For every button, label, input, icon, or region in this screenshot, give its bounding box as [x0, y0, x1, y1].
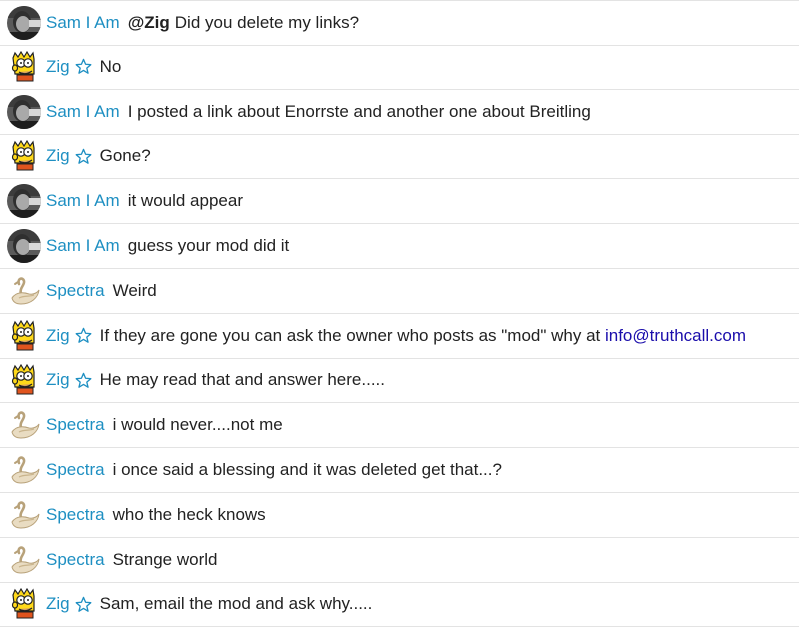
message-text-wrap: Sam, email the mod and ask why.....: [100, 594, 373, 614]
chat-message-list: Sam I Am @Zig Did you delete my links? Zig…: [0, 0, 799, 630]
username-link[interactable]: Sam I Am: [46, 191, 120, 211]
star-icon: [75, 372, 92, 389]
message-text: Sam, email the mod and ask why.....: [99, 594, 373, 614]
message-content: Sam I Am I posted a link about Enorrste a…: [46, 102, 591, 122]
message-text: Weird: [112, 280, 157, 300]
man-photo-avatar[interactable]: [7, 94, 41, 129]
message-content: Spectra who the heck knows: [46, 505, 266, 525]
message-content: Spectra Strange world: [46, 550, 217, 570]
swan-avatar[interactable]: [7, 408, 41, 442]
message-text: He may read that and answer here.....: [99, 370, 385, 390]
username-link[interactable]: Sam I Am: [46, 102, 120, 122]
man-photo-avatar[interactable]: [7, 229, 41, 263]
message-text-wrap: @Zig Did you delete my links?: [128, 13, 359, 33]
chat-message-row: Spectra who the heck knows: [0, 493, 799, 538]
message-text-wrap: i would never....not me: [113, 415, 283, 435]
username-link[interactable]: Zig: [46, 594, 70, 614]
chat-message-row: Sam I Am I posted a link about Enorrste a…: [0, 90, 799, 135]
message-text: who the heck knows: [112, 504, 266, 524]
message-text-wrap: Weird: [113, 281, 157, 301]
man-photo-avatar[interactable]: [7, 6, 41, 40]
message-text-wrap: Strange world: [113, 550, 218, 570]
message-text: i would never....not me: [112, 415, 283, 435]
swan-avatar[interactable]: [7, 543, 41, 577]
star-icon: [75, 327, 92, 344]
message-text-wrap: Gone?: [100, 146, 151, 166]
username-link[interactable]: Zig: [46, 146, 70, 166]
swan-avatar[interactable]: [7, 498, 41, 532]
message-text: If they are gone you can ask the owner w…: [99, 325, 605, 345]
chat-message-row: Sam I Am guess your mod did it: [0, 224, 799, 269]
chat-message-row: Zig He may read that and answer here....…: [0, 358, 799, 404]
chat-message-row: Spectra Strange world: [0, 538, 799, 583]
message-text-wrap: He may read that and answer here.....: [100, 370, 385, 390]
chat-message-row: Spectra i would never....not me: [0, 403, 799, 449]
chat-message-row: Zig If they are gone you can ask the own…: [0, 314, 799, 359]
message-text-wrap: guess your mod did it: [128, 236, 290, 256]
message-content: Sam I Am @Zig Did you delete my links?: [46, 13, 359, 33]
message-text: No: [99, 56, 122, 76]
message-text: Strange world: [112, 549, 218, 569]
message-text: Did you delete my links?: [174, 13, 360, 32]
chat-message-row: Zig No: [0, 45, 799, 90]
message-text-wrap: it would appear: [128, 191, 243, 211]
bart-simpson-avatar[interactable]: [7, 363, 41, 397]
message-text-wrap: i once said a blessing and it was delete…: [113, 460, 502, 480]
bart-simpson-avatar[interactable]: [7, 587, 41, 621]
mention[interactable]: @Zig: [128, 13, 170, 32]
message-content: Sam I Am it would appear: [46, 191, 243, 211]
username-link[interactable]: Spectra: [46, 415, 105, 435]
username-link[interactable]: Spectra: [46, 281, 105, 301]
message-text: it would appear: [127, 191, 243, 211]
username-link[interactable]: Sam I Am: [46, 236, 120, 256]
message-content: Spectra i would never....not me: [46, 415, 283, 435]
message-content: Zig If they are gone you can ask the own…: [46, 326, 746, 346]
message-text-wrap: I posted a link about Enorrste and anoth…: [128, 102, 591, 122]
username-link[interactable]: Sam I Am: [46, 13, 120, 33]
message-content: Zig No: [46, 57, 121, 77]
email-link[interactable]: info@truthcall.com: [605, 326, 746, 345]
username-link[interactable]: Spectra: [46, 505, 105, 525]
message-text: I posted a link about Enorrste and anoth…: [127, 101, 591, 121]
swan-avatar[interactable]: [7, 453, 41, 487]
chat-message-row: Sam I Am it would appear: [0, 179, 799, 225]
star-icon: [75, 58, 92, 75]
bart-simpson-avatar[interactable]: [7, 139, 41, 173]
bart-simpson-avatar[interactable]: [7, 319, 41, 353]
username-link[interactable]: Zig: [46, 326, 70, 346]
bart-simpson-avatar[interactable]: [7, 50, 41, 84]
message-content: Zig Gone?: [46, 146, 151, 166]
username-link[interactable]: Spectra: [46, 550, 105, 570]
message-content: Zig He may read that and answer here....…: [46, 370, 385, 390]
chat-message-row: Spectra i once said a blessing and it was…: [0, 448, 799, 493]
chat-message-row: Spectra Weird: [0, 269, 799, 314]
message-text: Gone?: [99, 146, 151, 166]
chat-message-row: Zig Gone?: [0, 134, 799, 180]
message-text-wrap: who the heck knows: [113, 505, 266, 525]
chat-message-row: Zig Sam, email the mod and ask why.....: [0, 582, 799, 628]
message-content: Zig Sam, email the mod and ask why.....: [46, 594, 372, 614]
star-icon: [75, 596, 92, 613]
username-link[interactable]: Zig: [46, 57, 70, 77]
swan-avatar[interactable]: [7, 274, 41, 308]
message-content: Spectra i once said a blessing and it was…: [46, 460, 502, 480]
chat-message-row: Sam I Am @Zig Did you delete my links?: [0, 0, 799, 46]
message-content: Sam I Am guess your mod did it: [46, 236, 289, 256]
man-photo-avatar[interactable]: [7, 184, 41, 219]
message-text-wrap: If they are gone you can ask the owner w…: [100, 326, 746, 346]
star-icon: [75, 148, 92, 165]
username-link[interactable]: Zig: [46, 370, 70, 390]
message-text-wrap: No: [100, 57, 122, 77]
message-text: guess your mod did it: [127, 236, 290, 255]
message-text: i once said a blessing and it was delete…: [112, 460, 502, 479]
username-link[interactable]: Spectra: [46, 460, 105, 480]
message-content: Spectra Weird: [46, 281, 157, 301]
